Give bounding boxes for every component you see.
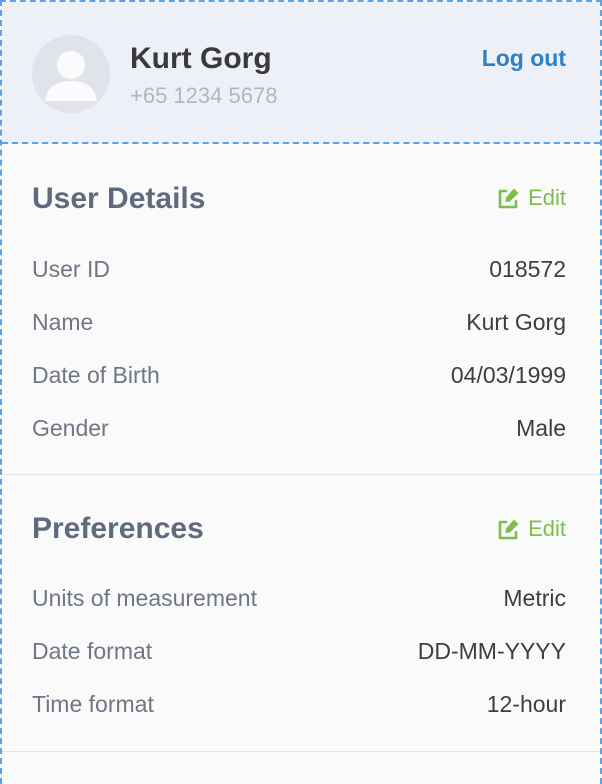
detail-row-user-id: User ID 018572: [32, 254, 566, 284]
pref-label: Time format: [32, 691, 154, 717]
user-details-section: User Details Edit User ID 018572 Name Ku…: [2, 144, 600, 475]
detail-value: Male: [516, 415, 566, 441]
user-phone: +65 1234 5678: [130, 83, 278, 108]
pref-label: Units of measurement: [32, 585, 257, 611]
detail-value: Kurt Gorg: [466, 309, 566, 335]
detail-value: 04/03/1999: [450, 362, 566, 388]
user-details-edit-label: Edit: [528, 185, 566, 210]
profile-panel: Kurt Gorg +65 1234 5678 Log out User Det…: [0, 0, 602, 784]
detail-label: Date of Birth: [32, 362, 160, 388]
pref-value: Metric: [503, 585, 566, 611]
detail-value: 018572: [489, 256, 566, 282]
detail-row-name: Name Kurt Gorg: [32, 307, 566, 337]
pref-row-units: Units of measurement Metric: [32, 583, 566, 613]
detail-label: Gender: [32, 415, 109, 441]
preferences-edit-label: Edit: [528, 516, 566, 541]
user-avatar-icon: [32, 35, 110, 113]
user-name: Kurt Gorg: [130, 42, 272, 75]
edit-icon: [498, 519, 519, 539]
section-title-preferences: Preferences: [32, 512, 204, 545]
pref-row-time-format: Time format 12-hour: [32, 689, 566, 719]
preferences-edit-button[interactable]: Edit: [496, 515, 566, 543]
detail-row-date-of-birth: Date of Birth 04/03/1999: [32, 360, 566, 390]
pref-label: Date format: [32, 638, 153, 664]
detail-row-gender: Gender Male: [32, 413, 566, 443]
user-details-edit-button[interactable]: Edit: [496, 184, 566, 212]
section-title-user-details: User Details: [32, 182, 206, 215]
pref-value: DD-MM-YYYY: [417, 638, 566, 664]
detail-label: Name: [32, 309, 94, 335]
preferences-section: Preferences Edit Units of measurement Me…: [2, 475, 600, 752]
pref-value: 12-hour: [486, 691, 566, 717]
edit-icon: [498, 188, 519, 208]
detail-label: User ID: [32, 256, 110, 282]
logout-button[interactable]: Log out: [482, 44, 566, 72]
profile-header: Kurt Gorg +65 1234 5678 Log out: [2, 2, 600, 144]
pref-row-date-format: Date format DD-MM-YYYY: [32, 636, 566, 666]
